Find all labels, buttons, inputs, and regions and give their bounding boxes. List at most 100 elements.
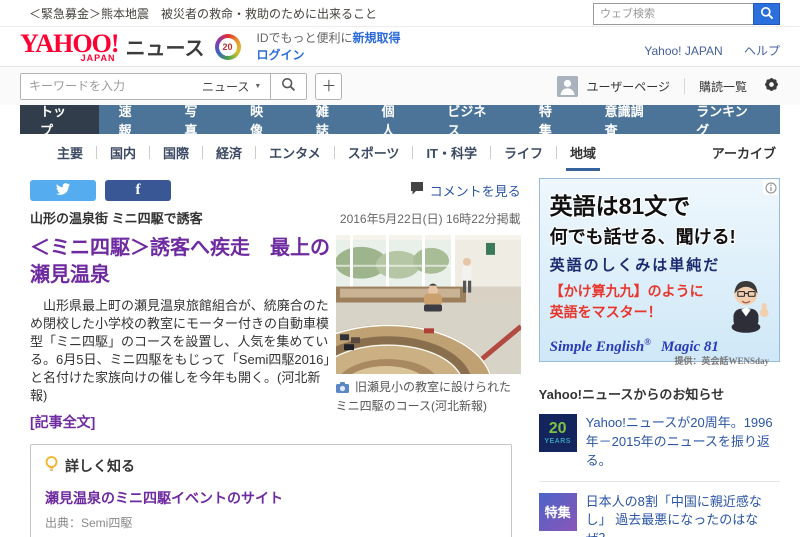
tab-survey[interactable]: 意識調査 [585, 105, 676, 134]
site-header: YAHOO! JAPAN ニュース 20 IDでもっと便利に新規取得 ログイン … [0, 27, 800, 66]
ad-headline-2: 何でも話せる、聞ける! [550, 223, 769, 249]
topic-heading: 山形の温泉街 ミニ四駆で誘客 [30, 208, 203, 227]
sidebar: 英語は81文で 何でも話せる、聞ける! 英語のしくみは単純だ 【かけ算九九】のよ… [539, 178, 780, 537]
cat-sports[interactable]: スポーツ [335, 134, 413, 171]
service-name: ニュース [126, 32, 205, 61]
id-promo-text: IDでもっと便利に [257, 31, 353, 45]
main-nav: トップ 速報 写真 映像 雑誌 個人 ビジネス 特集 意識調査 ランキング [20, 105, 780, 134]
view-comments-link[interactable]: コメントを見る [410, 181, 521, 200]
related-link-1-source: 出典：Semi四駆 [45, 514, 497, 531]
cat-world[interactable]: 国際 [150, 134, 202, 171]
share-row: f コメントを見る [30, 178, 521, 202]
tab-business[interactable]: ビジネス [427, 105, 518, 134]
facebook-icon: f [136, 182, 141, 199]
news-notice-heading: Yahoo!ニュースからのお知らせ [539, 384, 780, 403]
ad-info-icon[interactable] [763, 180, 778, 195]
subscriptions-link[interactable]: 購読一覧 [699, 78, 747, 95]
photo-caption: 旧瀬見小の教室に設けられたミニ四駆のコース(河北新報) [336, 379, 521, 415]
header-links: Yahoo! JAPAN ヘルプ [626, 42, 780, 59]
tokushu-badge-icon: 特集 [539, 493, 577, 531]
yahoo-japan-link[interactable]: Yahoo! JAPAN [644, 44, 722, 58]
ad-banner[interactable]: 英語は81文で 何でも話せる、聞ける! 英語のしくみは単純だ 【かけ算九九】のよ… [539, 178, 780, 362]
gear-icon [763, 76, 780, 96]
user-avatar-icon [557, 76, 578, 97]
signup-link[interactable]: 新規取得 [353, 31, 401, 45]
chevron-down-icon: ▼ [254, 83, 261, 90]
emergency-notice-bar: ＜緊急募金＞熊本地震 被災者の救命・救助のために出来ること [0, 0, 800, 27]
ad-brand-2: Magic 81 [661, 339, 719, 355]
ad-copy-1: 【かけ算九九】のように [550, 281, 704, 302]
tab-sokuho[interactable]: 速報 [99, 105, 165, 134]
content-area: f コメントを見る 山形の温泉街 ミニ四駆で誘客 2016年5月22日(日) 1… [20, 171, 780, 537]
lightbulb-icon [45, 456, 58, 476]
20-years-badge-icon: 20 YEARS [539, 414, 577, 452]
know-more-heading-row: 詳しく知る [45, 456, 497, 476]
search-scope-dropdown[interactable]: ニュース ▼ [193, 74, 270, 99]
teacher-cartoon-icon [721, 275, 769, 336]
keyword-search-input[interactable] [21, 74, 193, 99]
twitter-share-button[interactable] [30, 180, 96, 201]
article-photo[interactable] [336, 235, 521, 374]
related-link-1[interactable]: 瀬見温泉のミニ四駆イベントのサイト [45, 488, 497, 508]
tab-magazine[interactable]: 雑誌 [296, 105, 362, 134]
registered-mark: ® [644, 337, 651, 347]
tab-video[interactable]: 映像 [230, 105, 296, 134]
search-icon [281, 77, 296, 95]
tab-top[interactable]: トップ [20, 105, 99, 134]
know-more-heading: 詳しく知る [65, 456, 135, 476]
article-column: f コメントを見る 山形の温泉街 ミニ四駆で誘客 2016年5月22日(日) 1… [20, 178, 531, 537]
cat-life[interactable]: ライフ [491, 134, 556, 171]
camera-icon [336, 382, 352, 396]
cat-economy[interactable]: 経済 [203, 134, 255, 171]
cat-it-science[interactable]: IT・科学 [413, 134, 490, 171]
publish-date: 2016年5月22日(日) 16時22分掲載 [340, 210, 521, 227]
comment-icon [410, 182, 424, 198]
tab-personal[interactable]: 個人 [362, 105, 428, 134]
archive-link[interactable]: アーカイブ [712, 143, 776, 162]
search-scope-label: ニュース [202, 78, 249, 95]
yahoo-logo-japan: JAPAN [81, 54, 116, 63]
tab-tokushu[interactable]: 特集 [519, 105, 585, 134]
ad-subheadline: 英語のしくみは単純だ [550, 254, 769, 275]
toolbar-right: ユーザーページ 購読一覧 [557, 76, 780, 97]
article-meta: 山形の温泉街 ミニ四駆で誘客 2016年5月22日(日) 16時22分掲載 [30, 208, 521, 227]
facebook-share-button[interactable]: f [105, 180, 171, 201]
login-link[interactable]: ログイン [257, 47, 305, 64]
add-search-tab-button[interactable]: ＋ [315, 73, 342, 100]
ad-headline-1: 英語は81文で [550, 187, 769, 221]
twitter-icon [56, 183, 70, 198]
emergency-donation-link[interactable]: ＜緊急募金＞熊本地震 被災者の救命・救助のために出来ること [29, 5, 377, 22]
tab-ranking[interactable]: ランキング [676, 105, 780, 134]
ad-copy-2: 英語をマスター！ [550, 302, 704, 323]
article-summary: 山形県最上町の瀬見温泉旅館組合が、統廃合のため閉校した小学校の教室にモーター付き… [30, 297, 330, 405]
web-search-button[interactable] [753, 3, 780, 25]
search-icon [760, 6, 774, 23]
know-more-box: 詳しく知る 瀬見温泉のミニ四駆イベントのサイト 出典：Semi四駆 大人がはまる… [30, 444, 512, 537]
keyword-search-button[interactable] [270, 74, 306, 99]
cat-local[interactable]: 地域 [557, 134, 609, 171]
article-figure: 旧瀬見小の教室に設けられたミニ四駆のコース(河北新報) [336, 235, 521, 432]
ad-brand: Simple English [550, 339, 645, 355]
cat-main[interactable]: 主要 [44, 134, 96, 171]
article-body-block: ＜ミニ四駆＞誘客へ疾走 最上の瀬見温泉 山形県最上町の瀬見温泉旅館組合が、統廃合… [30, 235, 521, 432]
user-page-link[interactable]: ユーザーページ [586, 78, 670, 95]
login-promo: IDでもっと便利に新規取得 ログイン [257, 30, 401, 64]
news-search-toolbar: ニュース ▼ ＋ ユーザーページ 購読一覧 [0, 66, 800, 105]
notice-item-2[interactable]: 特集 日本人の8割「中国に親近感なし」 過去最悪になったのはなぜ？ [539, 482, 780, 537]
article-title[interactable]: ＜ミニ四駆＞誘客へ疾走 最上の瀬見温泉 [30, 237, 330, 286]
tab-photo[interactable]: 写真 [164, 105, 230, 134]
category-nav: 主要 国内 国際 経済 エンタメ スポーツ IT・科学 ライフ 地域 アーカイブ [20, 134, 780, 171]
ad-provider: 提供：英会話WENSday [550, 354, 769, 367]
settings-button[interactable] [763, 76, 780, 96]
web-search-input[interactable] [593, 3, 753, 25]
anniversary-badge-icon: 20 [215, 34, 241, 60]
full-article-link[interactable]: [記事全文] [30, 412, 95, 432]
divider [684, 78, 685, 94]
keyword-search-box: ニュース ▼ [20, 73, 307, 100]
help-link[interactable]: ヘルプ [744, 44, 780, 58]
web-search [593, 3, 780, 25]
cat-entertainment[interactable]: エンタメ [256, 134, 334, 171]
yahoo-news-logo[interactable]: YAHOO! JAPAN ニュース [20, 31, 205, 63]
notice-item-1[interactable]: 20 YEARS Yahoo!ニュースが20周年。1996年－2015年のニュー… [539, 403, 780, 482]
cat-domestic[interactable]: 国内 [97, 134, 149, 171]
